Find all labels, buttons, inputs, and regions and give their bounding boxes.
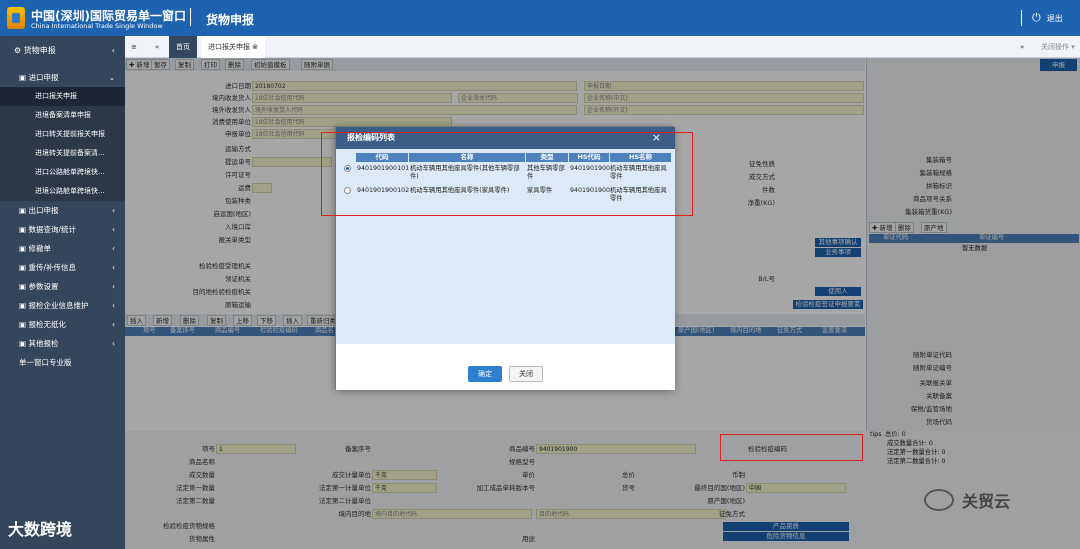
close-button[interactable]: 关闭	[509, 366, 543, 382]
sidebar-item-label: 其他报检	[28, 339, 59, 348]
sidebar-item[interactable]: ▣ 其他报检 ‹	[0, 334, 125, 353]
tab-bar: ≡ « 首页 进口报关申报 ⊗ » 关闭操作 ▾	[125, 36, 1080, 58]
single-window-logo	[7, 7, 25, 29]
sidebar-item[interactable]: 进口公路舱单跨境快...	[0, 163, 125, 182]
sidebar-top-label: 货物申报	[23, 46, 56, 55]
site-subtitle: China International Trade Single Window	[31, 22, 163, 30]
sidebar-item-label: 修撤单	[28, 244, 51, 253]
exit-button[interactable]: ⏻ 退出	[1032, 11, 1063, 25]
sidebar-item[interactable]: ▣ 重传/补传信息 ‹	[0, 258, 125, 277]
sidebar-item[interactable]: 进口转关提前报关申报	[0, 125, 125, 144]
highlight-box	[321, 132, 693, 216]
sidebar-item-label: 出口申报	[28, 206, 59, 215]
divider	[190, 8, 191, 26]
sidebar-item[interactable]: ▣ 数据查询/统计 ‹	[0, 220, 125, 239]
sidebar-item-import-declare[interactable]: 进口报关申报	[0, 87, 125, 106]
sidebar-item-label: 报检企业信息维护	[28, 301, 89, 310]
sidebar-item-label: 报检无纸化	[28, 320, 66, 329]
sidebar-item-label: 数据查询/统计	[28, 225, 77, 234]
dialog-footer: 确定 关闭	[336, 344, 675, 390]
sidebar-group-label: 进口申报	[28, 73, 59, 82]
highlight-box	[720, 434, 863, 461]
watermark-left: 大数跨境	[8, 520, 73, 539]
sidebar-item[interactable]: ▣ 报检无纸化 ‹	[0, 315, 125, 334]
sidebar-item[interactable]: 进境公路舱单跨境快...	[0, 182, 125, 201]
sidebar-item[interactable]: ▣ 参数设置 ‹	[0, 277, 125, 296]
sidebar-item[interactable]: 进境备案清单申报	[0, 106, 125, 125]
tab-back-icon[interactable]: «	[155, 36, 159, 58]
divider	[1021, 10, 1022, 26]
sidebar-item[interactable]: ▣ 出口申报 ‹	[0, 201, 125, 220]
sidebar-item[interactable]: 进境转关提前备案清...	[0, 144, 125, 163]
sidebar: ⚙ 货物申报 ‹ ▣ 进口申报 ⌄ 进口报关申报 进境备案清单申报 进口转关提前报关…	[0, 36, 125, 549]
sidebar-item[interactable]: ▣ 修撤单 ‹	[0, 239, 125, 258]
tab-home[interactable]: 首页	[169, 36, 197, 58]
exit-label: 退出	[1046, 14, 1063, 23]
close-ops-menu[interactable]: 关闭操作 ▾	[1041, 36, 1075, 58]
sidebar-group-import[interactable]: ▣ 进口申报 ⌄	[0, 68, 125, 87]
sidebar-top[interactable]: ⚙ 货物申报 ‹	[0, 36, 125, 65]
tab-import-declare[interactable]: 进口报关申报 ⊗	[201, 36, 265, 58]
sidebar-item-label: 重传/补传信息	[28, 263, 77, 272]
section-title: 货物申报	[206, 13, 255, 27]
sidebar-item[interactable]: 单一窗口专业版	[0, 353, 125, 372]
menu-icon[interactable]: ≡	[131, 36, 137, 58]
sidebar-item[interactable]: ▣ 报检企业信息维护 ‹	[0, 296, 125, 315]
watermark-right: 关贸云	[962, 492, 1011, 511]
power-icon: ⏻	[1032, 11, 1041, 24]
tab-forward-icon[interactable]: »	[1020, 36, 1024, 58]
confirm-button[interactable]: 确定	[468, 366, 502, 382]
header-bar: 中国(深圳)国际贸易单一窗口 China International Trade…	[0, 0, 1080, 36]
sidebar-item-label: 参数设置	[28, 282, 59, 291]
wechat-icon	[924, 489, 954, 511]
